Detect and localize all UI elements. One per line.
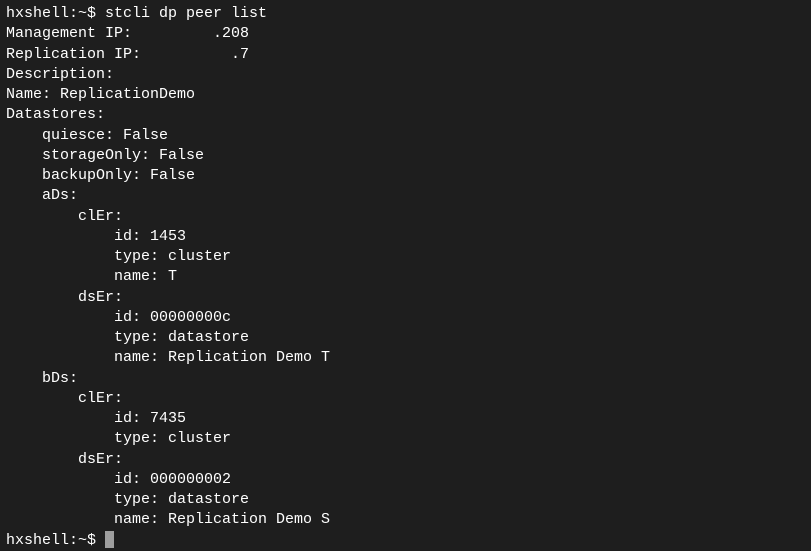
output-replication-ip: Replication IP: .7 [6,45,805,65]
shell-prompt: hxshell:~$ [6,5,105,22]
output-description: Description: [6,65,805,85]
output-bds-dser-id: id: 000000002 [6,470,805,490]
output-ads-cler-type: type: cluster [6,247,805,267]
output-ads-cler-name: name: T [6,267,805,287]
output-bds-cler-id: id: 7435 [6,409,805,429]
output-bds-cler: clEr: [6,389,805,409]
output-storage-only: storageOnly: False [6,146,805,166]
prompt-line[interactable]: hxshell:~$ [6,531,805,551]
command-text: stcli dp peer list [105,5,267,22]
output-management-ip: Management IP: .208 [6,24,805,44]
output-ads-dser: dsEr: [6,288,805,308]
output-bds-dser-type: type: datastore [6,490,805,510]
output-ads-dser-type: type: datastore [6,328,805,348]
command-line: hxshell:~$ stcli dp peer list [6,4,805,24]
output-ads-dser-name: name: Replication Demo T [6,348,805,368]
output-bds-dser: dsEr: [6,450,805,470]
output-bds-cler-type: type: cluster [6,429,805,449]
shell-prompt: hxshell:~$ [6,532,105,549]
output-ads: aDs: [6,186,805,206]
output-ads-dser-id: id: 00000000c [6,308,805,328]
output-name: Name: ReplicationDemo [6,85,805,105]
output-bds: bDs: [6,369,805,389]
output-ads-cler-id: id: 1453 [6,227,805,247]
output-bds-dser-name: name: Replication Demo S [6,510,805,530]
output-datastores: Datastores: [6,105,805,125]
output-ads-cler: clEr: [6,207,805,227]
output-backup-only: backupOnly: False [6,166,805,186]
output-quiesce: quiesce: False [6,126,805,146]
